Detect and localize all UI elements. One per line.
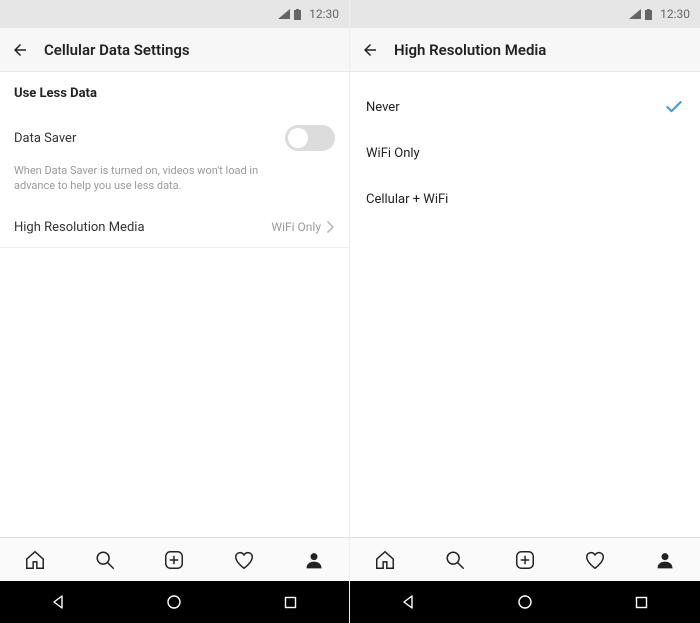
nav-home[interactable] [374,549,396,571]
option-never[interactable]: Never [350,84,700,130]
app-header: High Resolution Media [350,28,700,72]
bottom-nav [0,537,349,581]
nav-activity[interactable] [584,549,606,571]
back-button[interactable] [10,40,30,60]
option-wifi-only[interactable]: WiFi Only [350,130,700,176]
status-time: 12:30 [309,7,339,21]
triangle-back-icon [51,595,65,609]
heart-icon [233,549,255,571]
option-label: WiFi Only [366,146,420,161]
search-icon [94,549,116,571]
status-time: 12:30 [660,7,690,21]
square-recent-icon [635,596,648,609]
battery-icon [294,9,301,20]
signal-icon [629,9,641,19]
triangle-back-icon [401,595,415,609]
android-recent-button[interactable] [282,593,300,611]
battery-icon [645,9,652,20]
heart-icon [584,549,606,571]
page-title: High Resolution Media [394,41,546,59]
android-home-button[interactable] [516,593,534,611]
arrow-left-icon [11,41,29,59]
status-bar: 12:30 [350,0,700,28]
data-saver-row: Data Saver [0,113,349,163]
high-resolution-media-label: High Resolution Media [14,220,145,235]
nav-home[interactable] [24,549,46,571]
home-icon [374,549,396,571]
app-header: Cellular Data Settings [0,28,349,72]
nav-search[interactable] [94,549,116,571]
page-title: Cellular Data Settings [44,41,190,59]
signal-icon [278,9,290,19]
option-cellular-wifi[interactable]: Cellular + WiFi [350,176,700,222]
circle-home-icon [517,594,533,610]
toggle-knob [288,128,308,148]
android-back-button[interactable] [49,593,67,611]
person-icon [655,550,675,570]
search-icon [444,549,466,571]
section-title: Use Less Data [0,72,349,113]
status-bar: 12:30 [0,0,349,28]
android-home-button[interactable] [165,593,183,611]
square-recent-icon [284,596,297,609]
android-nav-bar [0,581,349,623]
nav-add[interactable] [163,549,185,571]
nav-activity[interactable] [233,549,255,571]
high-resolution-media-row[interactable]: High Resolution Media WiFi Only [0,208,349,248]
high-resolution-media-value: WiFi Only [271,220,335,234]
person-icon [304,550,324,570]
android-recent-button[interactable] [633,593,651,611]
add-post-icon [163,549,185,571]
data-saver-description: When Data Saver is turned on, videos won… [0,163,310,208]
arrow-left-icon [361,41,379,59]
check-icon [664,97,684,117]
android-nav-bar [350,581,700,623]
home-icon [24,549,46,571]
android-back-button[interactable] [399,593,417,611]
nav-add[interactable] [514,549,536,571]
screen-high-resolution-media: 12:30 High Resolution Media Never WiFi O… [350,0,700,623]
nav-search[interactable] [444,549,466,571]
content-area: Use Less Data Data Saver When Data Saver… [0,72,349,537]
content-area: Never WiFi Only Cellular + WiFi [350,72,700,537]
nav-profile[interactable] [303,549,325,571]
option-label: Cellular + WiFi [366,192,448,207]
add-post-icon [514,549,536,571]
data-saver-label: Data Saver [14,131,76,146]
chevron-right-icon [327,221,335,233]
nav-profile[interactable] [654,549,676,571]
option-label: Never [366,100,400,115]
data-saver-toggle[interactable] [285,125,335,151]
back-button[interactable] [360,40,380,60]
screen-cellular-data-settings: 12:30 Cellular Data Settings Use Less Da… [0,0,350,623]
circle-home-icon [166,594,182,610]
bottom-nav [350,537,700,581]
